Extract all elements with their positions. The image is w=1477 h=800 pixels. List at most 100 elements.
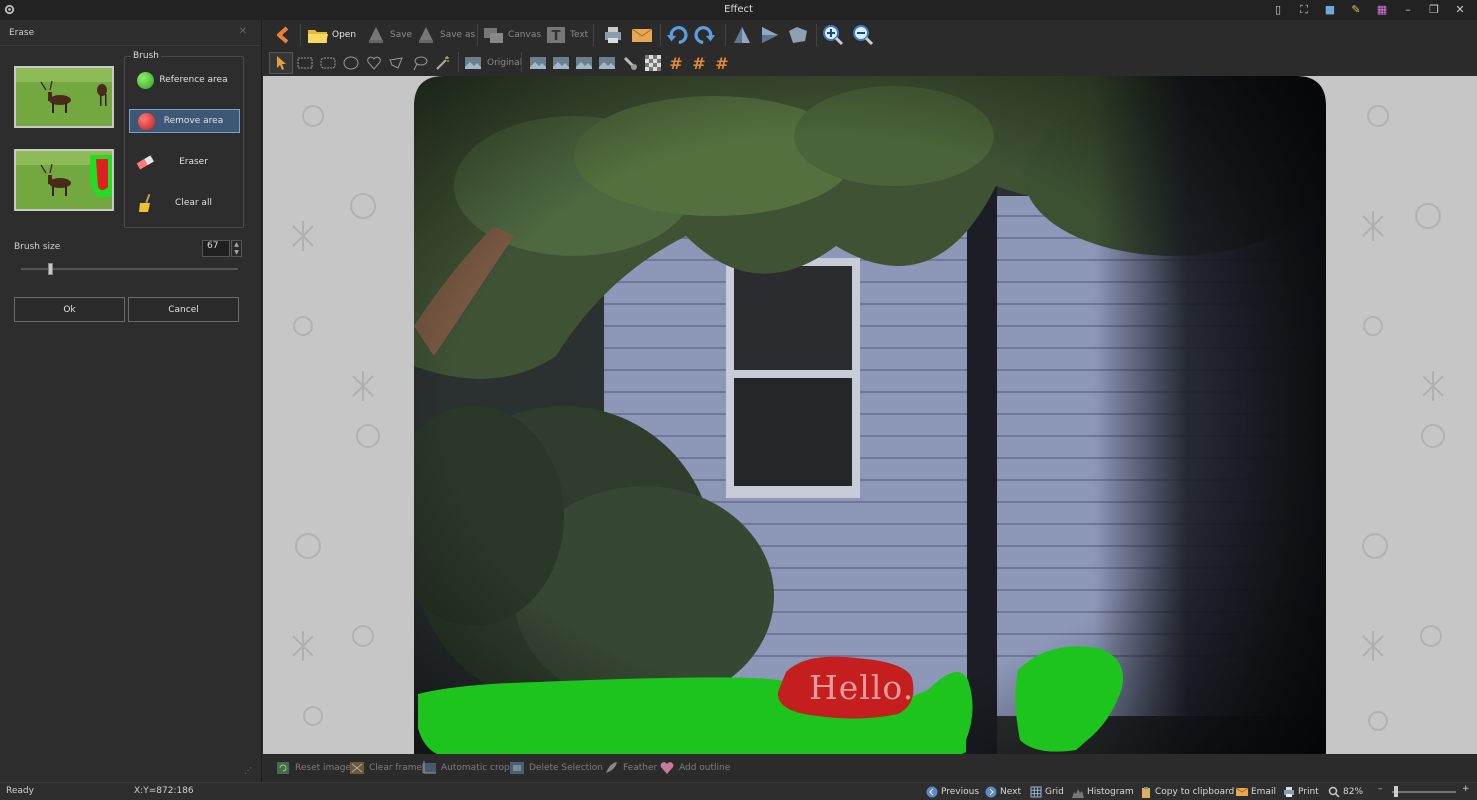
original-image-icon (462, 52, 484, 74)
grid-tool-2[interactable]: # (688, 52, 710, 74)
feather-icon (603, 760, 619, 776)
delete-selection-label: Delete Selection (529, 763, 603, 773)
zoom-level: 82% (1343, 787, 1364, 797)
minimize-button[interactable]: – (1399, 3, 1417, 17)
clone-stamp-tool[interactable] (619, 52, 641, 74)
original-thumbnail[interactable] (14, 66, 114, 128)
title-bar: Effect ▯ ⛶ ■ ✎ ▦ – ❐ ✕ (0, 0, 1477, 20)
zoom-indicator[interactable]: 82% (1328, 785, 1363, 799)
canvas-button[interactable]: Canvas (483, 24, 541, 46)
document-icon[interactable]: ▯ (1269, 3, 1287, 17)
pencil-icon[interactable]: ✎ (1347, 3, 1365, 17)
original-button[interactable]: Original (462, 52, 522, 74)
copy-to-clipboard-button[interactable]: Copy to clipboard (1140, 785, 1234, 799)
polygon-select-tool[interactable] (386, 52, 408, 74)
fullscreen-icon[interactable]: ⛶ (1295, 3, 1313, 17)
zoom-plus-icon[interactable]: + (1462, 784, 1470, 794)
print-button[interactable] (602, 24, 624, 46)
brush-size-slider-track[interactable] (21, 268, 238, 270)
ok-button[interactable]: Ok (14, 297, 125, 322)
image-tool-1[interactable] (527, 52, 549, 74)
print-status-button[interactable]: Print (1283, 785, 1319, 799)
heart-select-tool[interactable] (363, 52, 385, 74)
open-button[interactable]: Open (307, 24, 356, 46)
grid-tool-3[interactable]: # (711, 52, 733, 74)
envelope-icon (631, 24, 653, 46)
cancel-button[interactable]: Cancel (128, 297, 239, 322)
lasso-select-tool[interactable] (409, 52, 431, 74)
zoom-in-button[interactable] (822, 24, 844, 46)
zoom-out-button[interactable] (852, 24, 874, 46)
checker-tool[interactable] (642, 52, 664, 74)
reset-image-button[interactable]: Reset image (275, 760, 351, 776)
spin-down-icon[interactable]: ▼ (232, 249, 241, 257)
previous-button[interactable]: Previous (926, 785, 979, 799)
image-tool-2[interactable] (550, 52, 572, 74)
brush-size-spinner[interactable]: ▲ ▼ (231, 240, 242, 257)
text-button[interactable]: T Text (545, 24, 588, 46)
restore-button[interactable]: ❐ (1425, 3, 1443, 17)
eraser-option[interactable]: Eraser (129, 150, 240, 174)
color-palette-icon[interactable]: ■ (1321, 3, 1339, 17)
resize-grip-icon[interactable]: ⋰ (244, 766, 252, 775)
rounded-rect-select-tool[interactable] (317, 52, 339, 74)
stamp-icon (619, 52, 641, 74)
ellipse-select-tool[interactable] (340, 52, 362, 74)
reset-image-label: Reset image (295, 763, 352, 773)
pointer-tool[interactable] (269, 52, 293, 74)
color-grid-icon[interactable]: ▦ (1373, 3, 1391, 17)
green-circle-icon (135, 70, 155, 90)
close-button[interactable]: ✕ (1451, 3, 1469, 17)
heart-select-icon (363, 52, 385, 74)
rectangle-select-icon (294, 52, 316, 74)
add-outline-label: Add outline (679, 763, 731, 773)
histogram-label: Histogram (1087, 787, 1134, 797)
back-button[interactable] (273, 24, 295, 46)
selection-toolbar: Original # # # (263, 50, 1477, 76)
previous-icon (926, 786, 938, 798)
image-tool-4[interactable] (596, 52, 618, 74)
zoom-slider-track[interactable] (1392, 791, 1456, 793)
feather-button[interactable]: Feather (603, 760, 657, 776)
svg-text:T: T (552, 29, 561, 44)
image-canvas[interactable]: Hello. (263, 76, 1477, 754)
image-tool-3[interactable] (573, 52, 595, 74)
save-as-button[interactable]: Save as (415, 24, 475, 46)
next-icon (985, 786, 997, 798)
flip-vertical-button[interactable] (731, 24, 753, 46)
rotate-button[interactable] (787, 24, 809, 46)
save-button[interactable]: Save (365, 24, 412, 46)
zoom-minus-icon[interactable]: – (1378, 784, 1383, 794)
grid-button[interactable]: Grid (1030, 785, 1064, 799)
edited-photo[interactable] (414, 76, 1326, 754)
zoom-slider-thumb[interactable] (1394, 786, 1398, 797)
hash-grid-alt-icon: # (715, 53, 729, 73)
mask-thumbnail[interactable] (14, 149, 114, 211)
reference-area-option[interactable]: Reference area (129, 68, 240, 92)
remove-area-option[interactable]: Remove area (129, 109, 240, 133)
undo-button[interactable] (666, 24, 688, 46)
redo-button[interactable] (694, 24, 716, 46)
panel-close-icon[interactable]: ✕ (239, 26, 247, 37)
email-button[interactable] (631, 24, 653, 46)
automatic-crop-button[interactable]: Automatic crop (421, 760, 510, 776)
histogram-button[interactable]: Histogram (1072, 785, 1134, 799)
flip-vertical-icon (731, 24, 753, 46)
clear-frame-button[interactable]: Clear frame (349, 760, 422, 776)
save-icon (365, 24, 387, 46)
clear-all-option[interactable]: Clear all (129, 191, 240, 215)
email-status-button[interactable]: Email (1236, 785, 1276, 799)
auto-crop-icon (421, 760, 437, 776)
rect-select-tool[interactable] (294, 52, 316, 74)
delete-selection-button[interactable]: Delete Selection (509, 760, 603, 776)
brush-size-slider-thumb[interactable] (48, 263, 53, 275)
grid-tool-1[interactable]: # (665, 52, 687, 74)
next-button[interactable]: Next (985, 785, 1021, 799)
flip-horizontal-button[interactable] (759, 24, 781, 46)
magic-wand-tool[interactable] (432, 52, 454, 74)
save-label: Save (390, 30, 413, 40)
spin-up-icon[interactable]: ▲ (232, 241, 241, 249)
add-outline-button[interactable]: Add outline (659, 760, 730, 776)
brush-size-input[interactable]: 67 (202, 240, 230, 257)
save-as-label: Save as (440, 30, 476, 40)
